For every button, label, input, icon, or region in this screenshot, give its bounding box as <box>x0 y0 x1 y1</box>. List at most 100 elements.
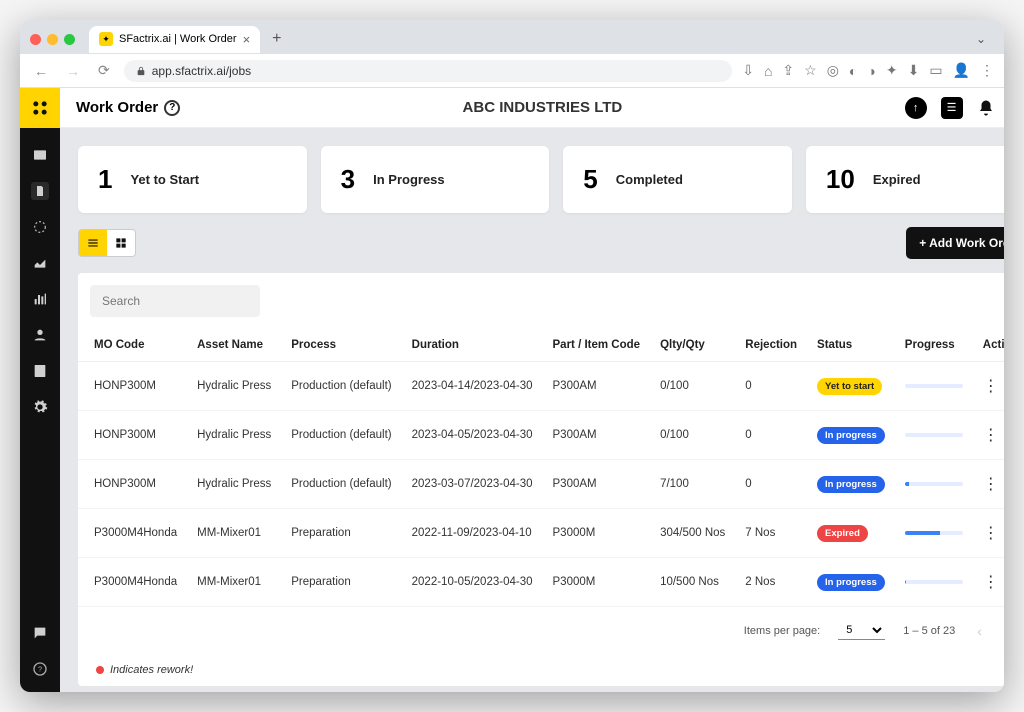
cell-asset: Hydralic Press <box>187 362 281 411</box>
app-root: ? Work Order ? ABC INDUSTRIES LTD ↑ ☰ S <box>20 88 1004 692</box>
table-panel: MO Code Asset Name Process Duration Part… <box>78 273 1004 686</box>
table-row: P3000M4HondaMM-Mixer01Preparation2022-10… <box>78 558 1004 607</box>
share-icon[interactable]: ⇪ <box>782 62 794 79</box>
cell-part: P3000M <box>543 509 651 558</box>
help-icon[interactable]: ? <box>164 100 180 116</box>
address-bar-row: ← → ⟳ app.sfactrix.ai/jobs ⇩ ⌂ ⇪ ☆ ◎ ◐ ◑… <box>20 54 1004 88</box>
app-logo[interactable] <box>20 88 60 128</box>
profile-icon[interactable]: 👤 <box>953 62 970 79</box>
bookmark-icon[interactable]: ☆ <box>804 62 817 79</box>
cell-progress <box>895 460 973 509</box>
bell-icon[interactable] <box>977 99 995 117</box>
col-progress: Progress <box>895 329 973 362</box>
ext-icon-2[interactable]: ◐ <box>849 63 857 79</box>
sidebar-dashboard[interactable] <box>31 146 49 164</box>
browser-tab[interactable]: ✦ SFactrix.ai | Work Order × <box>89 26 260 53</box>
cell-status: In progress <box>807 558 895 607</box>
cell-qty: 0/100 <box>650 362 735 411</box>
cell-rejection: 2 Nos <box>735 558 807 607</box>
more-menu-icon[interactable]: ⋮ <box>980 62 994 79</box>
items-per-page-label: Items per page: <box>744 625 820 637</box>
upload-button[interactable]: ↑ <box>905 97 927 119</box>
zoom-window-button[interactable] <box>64 34 75 45</box>
row-menu-button[interactable]: ⋮ <box>983 378 999 395</box>
sidebar-analytics[interactable] <box>31 290 49 308</box>
sidebar-workorder[interactable] <box>31 182 49 200</box>
card-button[interactable]: ☰ <box>941 97 963 119</box>
sidebar-chat[interactable] <box>31 624 49 642</box>
stat-expired[interactable]: 10 Expired <box>806 146 1004 213</box>
page-title-text: Work Order <box>76 99 158 116</box>
window-controls <box>30 34 75 45</box>
stat-value: 5 <box>583 164 597 195</box>
add-work-order-button[interactable]: + Add Work Order <box>906 227 1004 259</box>
cell-part: P3000M <box>543 558 651 607</box>
ext-icon-1[interactable]: ◎ <box>827 62 839 79</box>
reading-list-icon[interactable]: ▭ <box>929 62 942 79</box>
cell-duration: 2023-04-05/2023-04-30 <box>402 411 543 460</box>
cell-asset: MM-Mixer01 <box>187 509 281 558</box>
toolbar-row: + Add Work Order <box>78 227 1004 259</box>
ext-icon-3[interactable]: ◑ <box>867 63 875 79</box>
sidebar-maintenance[interactable] <box>31 254 49 272</box>
progress-bar <box>905 384 963 388</box>
sidebar-settings[interactable] <box>31 398 49 416</box>
extensions-icon[interactable]: ✦ <box>886 62 898 79</box>
row-menu-button[interactable]: ⋮ <box>983 525 999 542</box>
col-qty: Qlty/Qty <box>650 329 735 362</box>
cell-process: Production (default) <box>281 411 401 460</box>
topbar: Work Order ? ABC INDUSTRIES LTD ↑ ☰ S <box>60 88 1004 128</box>
sidebar-parts[interactable] <box>31 218 49 236</box>
stat-yet-to-start[interactable]: 1 Yet to Start <box>78 146 307 213</box>
cell-duration: 2023-04-14/2023-04-30 <box>402 362 543 411</box>
pagination: Items per page: 5 1 – 5 of 23 ‹ › <box>78 607 1004 654</box>
close-window-button[interactable] <box>30 34 41 45</box>
reload-button[interactable]: ⟳ <box>94 62 114 79</box>
row-menu-button[interactable]: ⋮ <box>983 574 999 591</box>
page-size-select[interactable]: 5 <box>838 621 885 640</box>
cell-mo: HONP300M <box>78 411 187 460</box>
sidebar-reports[interactable] <box>31 362 49 380</box>
search-input[interactable] <box>90 285 260 317</box>
progress-bar <box>905 531 963 535</box>
cell-action: ⋮ <box>973 509 1004 558</box>
minimize-window-button[interactable] <box>47 34 58 45</box>
cell-rejection: 0 <box>735 411 807 460</box>
sidebar-users[interactable] <box>31 326 49 344</box>
work-order-table: MO Code Asset Name Process Duration Part… <box>78 329 1004 607</box>
download-icon[interactable]: ⬇ <box>908 62 920 79</box>
status-badge: In progress <box>817 427 885 444</box>
cast-icon[interactable]: ⌂ <box>764 63 772 79</box>
stats-row: 1 Yet to Start 3 In Progress 5 Completed… <box>78 146 1004 213</box>
progress-bar <box>905 482 963 486</box>
progress-bar <box>905 433 963 437</box>
table-row: P3000M4HondaMM-Mixer01Preparation2022-11… <box>78 509 1004 558</box>
install-icon[interactable]: ⇩ <box>742 62 754 79</box>
prev-page-button: ‹ <box>973 623 986 639</box>
lock-icon <box>136 66 146 76</box>
row-menu-button[interactable]: ⋮ <box>983 427 999 444</box>
rework-dot-icon <box>96 666 104 674</box>
cell-status: In progress <box>807 411 895 460</box>
cell-part: P300AM <box>543 362 651 411</box>
cell-rejection: 7 Nos <box>735 509 807 558</box>
col-mo: MO Code <box>78 329 187 362</box>
sidebar: ? <box>20 88 60 692</box>
cell-action: ⋮ <box>973 411 1004 460</box>
sidebar-help[interactable]: ? <box>31 660 49 678</box>
cell-mo: HONP300M <box>78 460 187 509</box>
new-tab-button[interactable]: + <box>266 30 287 48</box>
row-menu-button[interactable]: ⋮ <box>983 476 999 493</box>
close-tab-icon[interactable]: × <box>243 32 251 47</box>
cell-progress <box>895 362 973 411</box>
stat-completed[interactable]: 5 Completed <box>563 146 792 213</box>
grid-view-button[interactable] <box>107 230 135 256</box>
table-row: HONP300MHydralic PressProduction (defaul… <box>78 411 1004 460</box>
table-row: HONP300MHydralic PressProduction (defaul… <box>78 362 1004 411</box>
address-bar[interactable]: app.sfactrix.ai/jobs <box>124 60 732 82</box>
list-view-button[interactable] <box>79 230 107 256</box>
stat-in-progress[interactable]: 3 In Progress <box>321 146 550 213</box>
cell-action: ⋮ <box>973 558 1004 607</box>
back-button[interactable]: ← <box>30 63 52 79</box>
tabs-overflow-icon[interactable]: ⌄ <box>976 32 994 46</box>
